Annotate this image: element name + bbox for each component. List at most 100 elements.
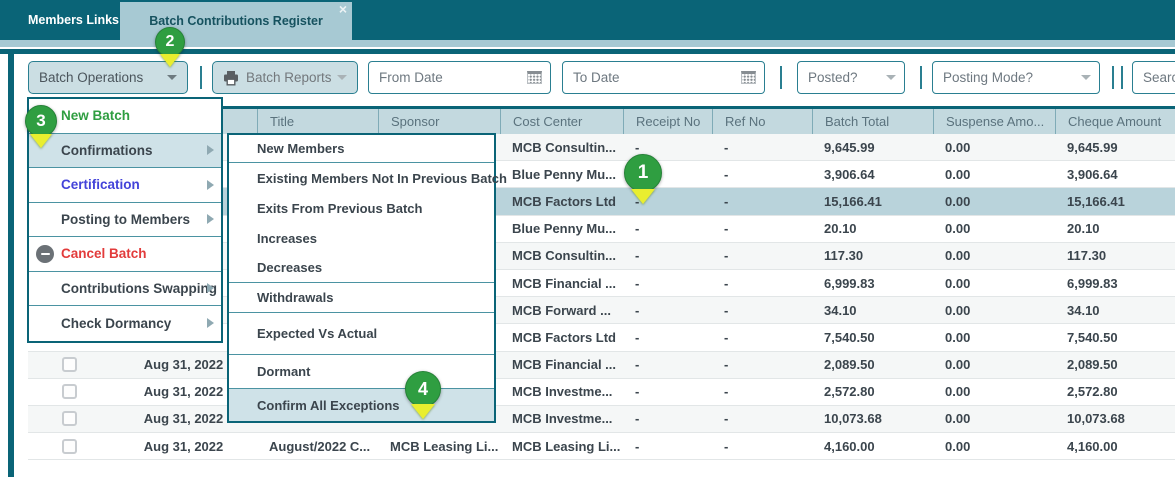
calendar-icon[interactable]: [527, 71, 542, 84]
column-header-ref-no[interactable]: Ref No: [712, 109, 812, 134]
column-header-cheque-amount[interactable]: Cheque Amount: [1055, 109, 1175, 134]
submenu-item-exits-from-previous-batch[interactable]: Exits From Previous Batch: [229, 193, 494, 223]
cell-batch-total: 2,089.50: [824, 357, 875, 373]
cell-suspense-amount: 0.00: [945, 411, 971, 427]
cell-cost-center: Blue Penny Mu...: [512, 221, 617, 237]
cell-ref-no: -: [724, 411, 729, 427]
submenu-item-dormant[interactable]: Dormant: [229, 355, 494, 389]
column-header-cost-center[interactable]: Cost Center: [500, 109, 623, 134]
menu-item-new-batch[interactable]: New Batch: [29, 99, 221, 134]
submenu-item-new-members[interactable]: New Members: [229, 135, 494, 163]
cell-receipt-no: -: [635, 275, 640, 291]
cell-batch-total: 7,540.50: [824, 329, 875, 345]
cell-batch-total: 4,160.00: [824, 438, 875, 454]
row-checkbox[interactable]: [61, 411, 77, 427]
cell-suspense-amount: 0.00: [945, 302, 971, 318]
table-row[interactable]: Aug 31, 2022 MCB Investme... - -10,073.68 0.…: [28, 405, 1175, 434]
tab-batch-contributions-register[interactable]: Batch Contributions Register ×: [120, 2, 352, 40]
column-header-batch-total[interactable]: Batch Total: [812, 109, 933, 134]
submenu-arrow-icon: [207, 318, 214, 329]
cell-checkbox: [28, 433, 110, 459]
cell-receipt-no: -: [635, 248, 640, 264]
submenu-arrow-icon: [207, 145, 214, 156]
to-date-input[interactable]: [573, 70, 741, 85]
submenu-item-decreases[interactable]: Decreases: [229, 253, 494, 283]
cell-batch-total: 34.10: [824, 302, 857, 318]
from-date-input[interactable]: [379, 70, 527, 85]
cell-cheque-amount: 15,166.41: [1067, 193, 1125, 209]
cell-cheque-amount: 4,160.00: [1067, 438, 1118, 454]
menu-item-cancel-batch[interactable]: Cancel Batch: [29, 237, 221, 272]
column-header-sponsor[interactable]: Sponsor: [378, 109, 500, 134]
cell-ref-no: -: [724, 139, 729, 155]
column-header-receipt-no[interactable]: Receipt No: [623, 109, 712, 134]
row-checkbox[interactable]: [61, 357, 77, 373]
toolbar-separator: [920, 66, 922, 89]
cell-batch-total: 117.30: [824, 248, 864, 264]
cell-receipt-no: -: [635, 139, 640, 155]
batch-reports-label: Batch Reports: [246, 70, 332, 85]
toolbar-separator: [1112, 66, 1114, 89]
submenu-item-confirm-all-exceptions[interactable]: Confirm All Exceptions: [229, 389, 494, 421]
search-input[interactable]: [1143, 70, 1175, 85]
menu-item-posting-to-members[interactable]: Posting to Members: [29, 202, 221, 237]
tab-underline-strip: [0, 40, 1175, 47]
submenu-arrow-icon: [207, 283, 214, 294]
cell-ref-no: -: [724, 329, 729, 345]
menu-item-label: Contributions Swapping: [61, 280, 217, 296]
row-checkbox[interactable]: [61, 384, 77, 400]
menu-item-label: Posting to Members: [61, 211, 191, 227]
submenu-arrow-icon: [207, 179, 214, 190]
cell-receipt-no: -: [635, 302, 640, 318]
cell-suspense-amount: 0.00: [945, 166, 971, 182]
cell-cost-center: MCB Factors Ltd: [512, 329, 616, 345]
menu-item-label: Check Dormancy: [61, 315, 172, 331]
table-row[interactable]: Aug 31, 2022 August/2022 C... MCB Leasing …: [28, 433, 1175, 461]
calendar-icon[interactable]: [741, 71, 756, 84]
submenu-item-expected-vs-actual[interactable]: Expected Vs Actual: [229, 313, 494, 355]
menu-item-confirmations[interactable]: Confirmations: [29, 133, 221, 168]
cell-receipt-no: -: [635, 193, 640, 209]
cell-ref-no: -: [724, 221, 729, 237]
close-tab-icon[interactable]: ×: [339, 2, 347, 16]
row-checkbox[interactable]: [61, 438, 77, 454]
cell-suspense-amount: 0.00: [945, 384, 971, 400]
batch-reports-button[interactable]: Batch Reports: [212, 61, 358, 94]
cell-receipt-no: -: [635, 411, 640, 427]
cell-cheque-amount: 10,073.68: [1067, 411, 1125, 427]
column-header-title[interactable]: Title: [257, 109, 378, 134]
cell-suspense-amount: 0.00: [945, 438, 971, 454]
cell-cost-center: MCB Investme...: [512, 384, 613, 400]
app-window: Members Links Batch Contributions Regist…: [0, 0, 1175, 484]
submenu-item-increases[interactable]: Increases: [229, 223, 494, 253]
batch-operations-button[interactable]: Batch Operations: [28, 61, 188, 94]
submenu-item-existing-members-not-in-previous-batch[interactable]: Existing Members Not In Previous Batch: [229, 163, 507, 193]
posting-mode-select-value: Posting Mode?: [943, 70, 1034, 85]
cell-cheque-amount: 3,906.64: [1067, 166, 1118, 182]
cell-suspense-amount: 0.00: [945, 193, 971, 209]
cell-checkbox: [28, 352, 110, 378]
toolbar-separator: [1121, 66, 1123, 89]
table-row[interactable]: Aug 31, 2022 MCB Financial ... - -2,089.50 0…: [28, 351, 1175, 379]
cell-cheque-amount: 20.10: [1067, 221, 1100, 237]
cell-batch-total: 2,572.80: [824, 384, 875, 400]
tab-members-links[interactable]: Members Links: [18, 0, 129, 40]
cell-cost-center: MCB Leasing Li...: [512, 438, 621, 454]
printer-icon: [224, 70, 238, 85]
posting-mode-select[interactable]: Posting Mode?: [932, 61, 1100, 94]
column-header-suspense-amo[interactable]: Suspense Amo...: [933, 109, 1055, 134]
cell-cost-center: MCB Financial ...: [512, 275, 617, 291]
menu-item-certification[interactable]: Certification: [29, 168, 221, 203]
cell-suspense-amount: 0.00: [945, 275, 971, 291]
table-row[interactable]: Aug 31, 2022 MCB Investme... - -2,572.80 0.0…: [28, 378, 1175, 406]
posted-select[interactable]: Posted?: [797, 61, 905, 94]
toolbar-separator: [780, 66, 782, 89]
menu-item-check-dormancy[interactable]: Check Dormancy: [29, 306, 221, 341]
cell-ref-no: -: [724, 357, 729, 373]
cell-cheque-amount: 2,572.80: [1067, 384, 1118, 400]
to-date-field: [562, 61, 765, 94]
menu-item-contributions-swapping[interactable]: Contributions Swapping: [29, 271, 221, 306]
search-field: [1132, 61, 1175, 94]
submenu-item-withdrawals[interactable]: Withdrawals: [229, 283, 494, 313]
panel-top-border: [0, 49, 1175, 54]
